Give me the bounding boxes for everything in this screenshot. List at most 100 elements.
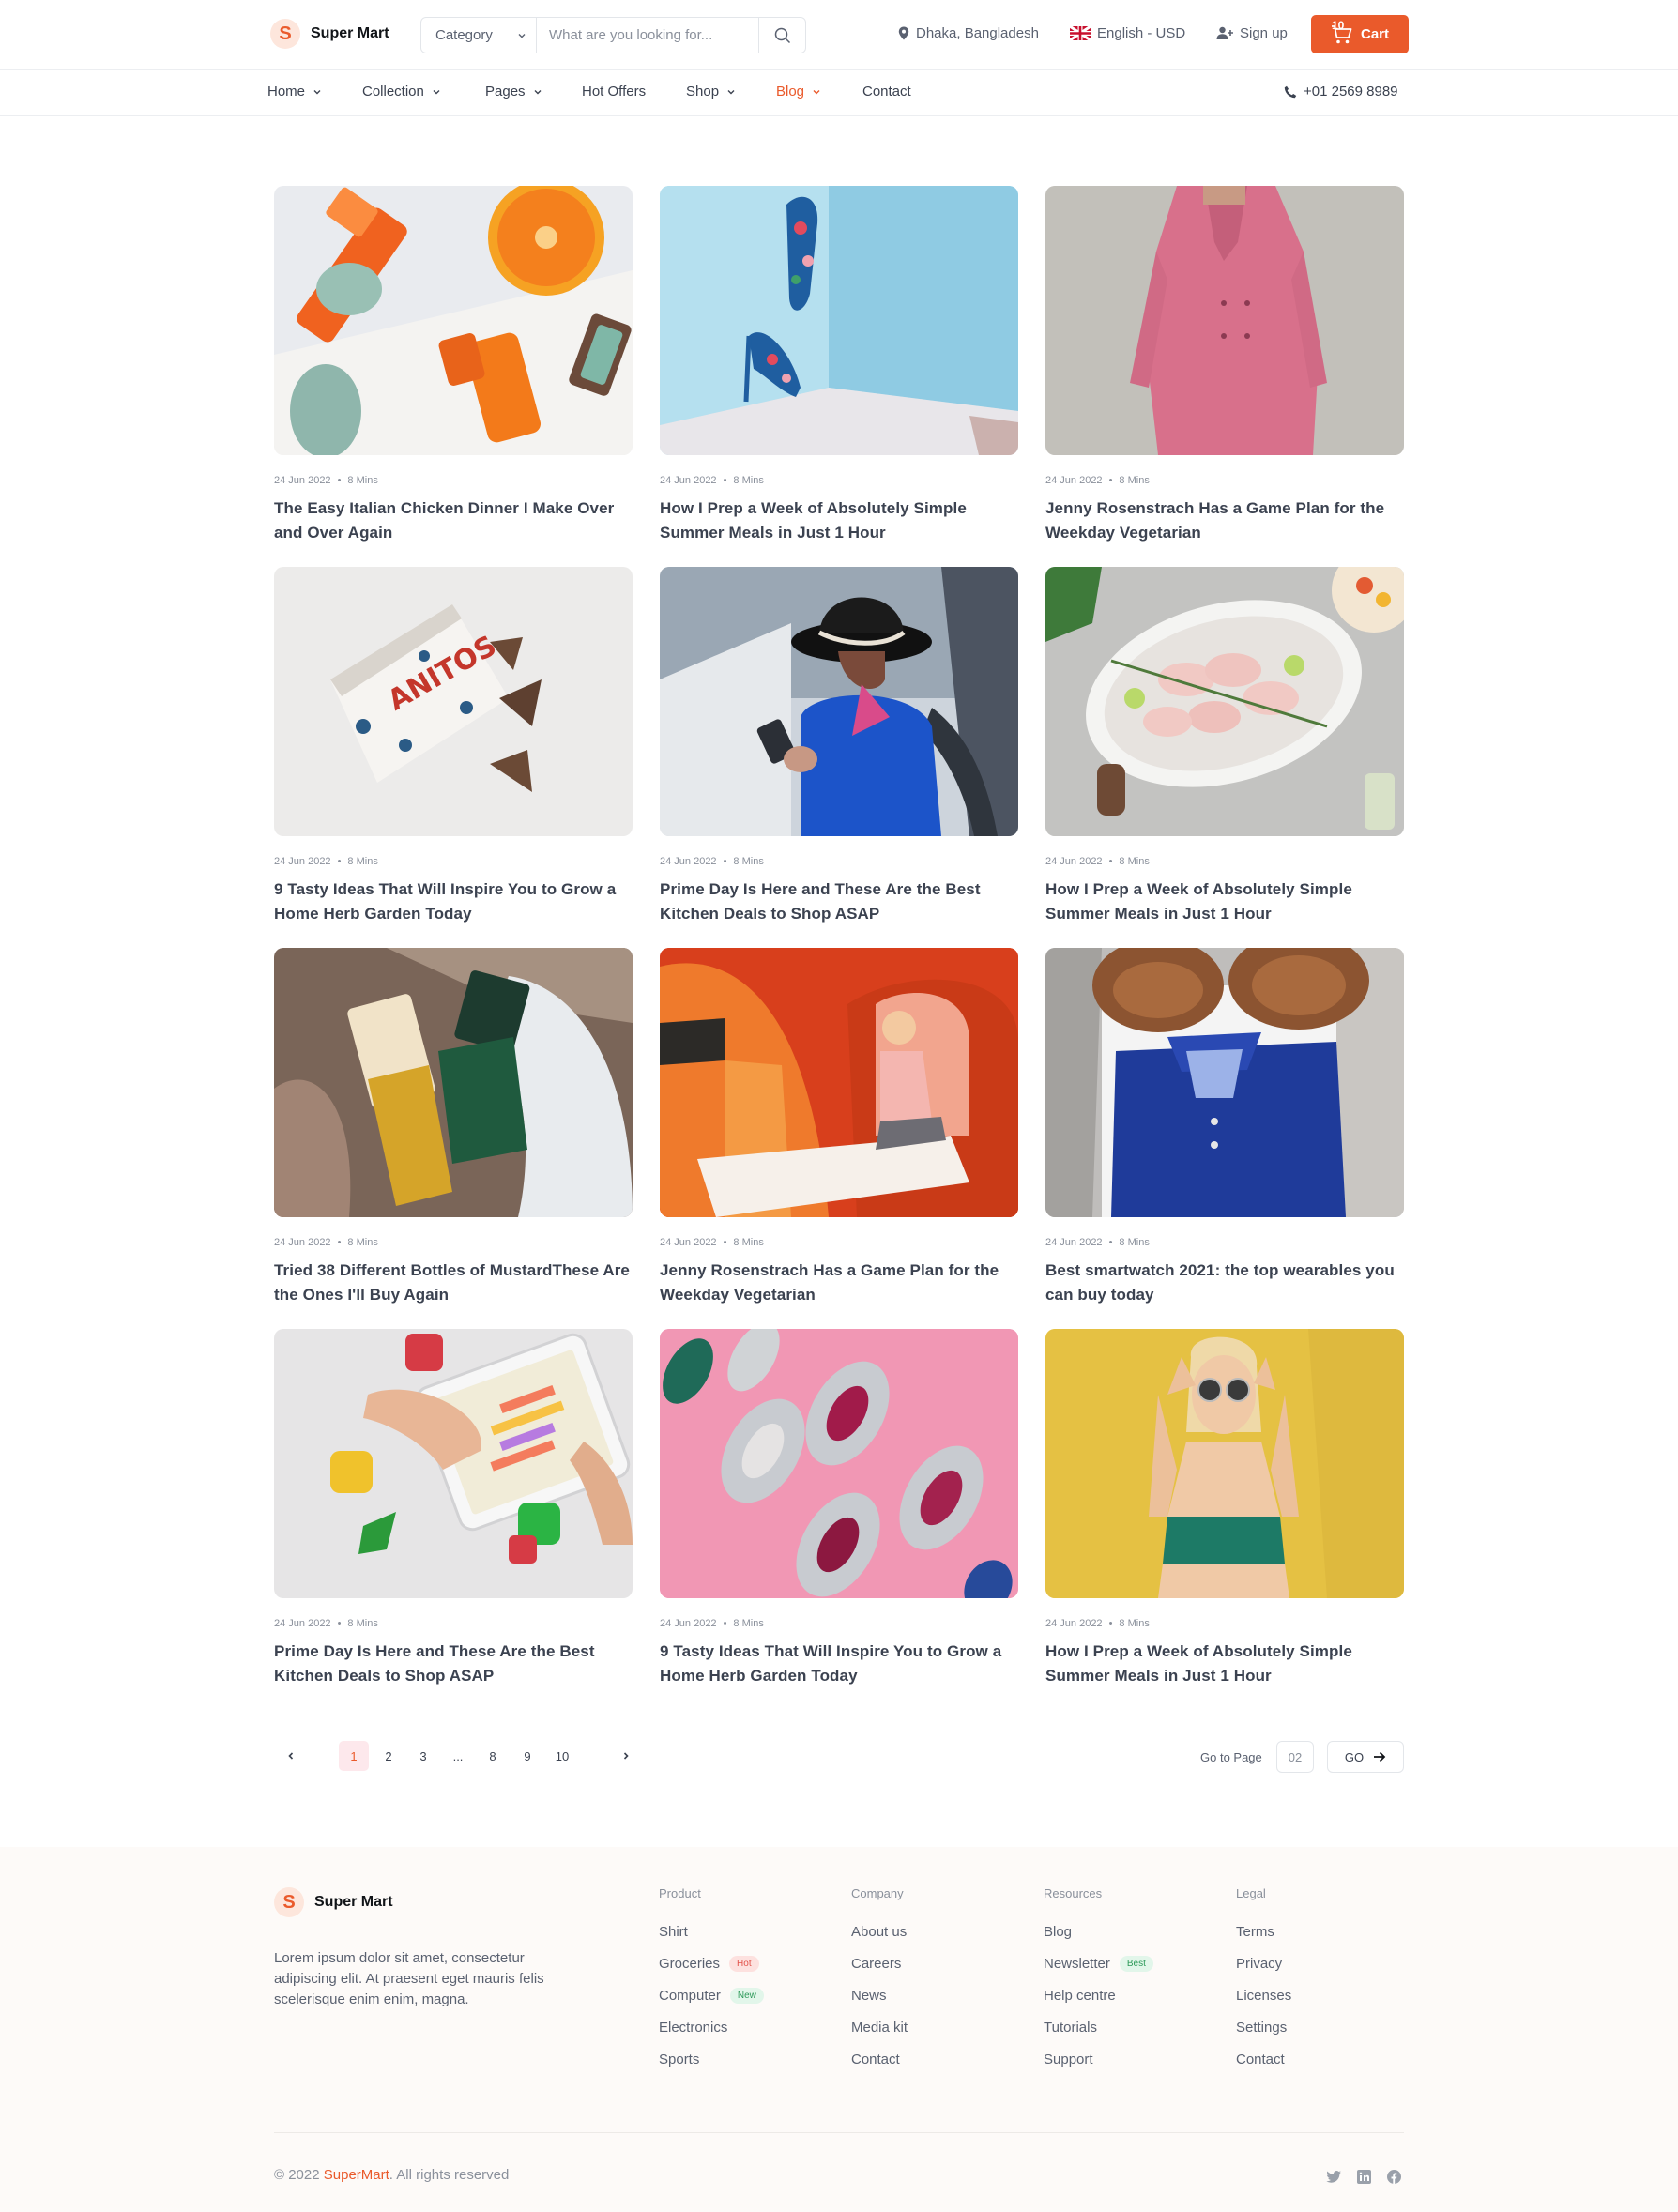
logo[interactable]: S Super Mart — [270, 19, 389, 49]
facebook-link[interactable] — [1385, 2168, 1402, 2185]
blog-card[interactable]: 24 Jun 2022 • 8 Mins The Easy Italian Chic… — [274, 186, 633, 545]
post-date: 24 Jun 2022 — [1045, 475, 1103, 486]
page-button[interactable]: 10 — [547, 1741, 577, 1771]
footer-link[interactable]: Electronics — [659, 2011, 764, 2043]
footer-link[interactable]: News — [851, 1979, 908, 2011]
search-input[interactable] — [537, 18, 758, 53]
nav-item-contact[interactable]: Contact — [862, 84, 911, 99]
prev-page-button[interactable] — [276, 1741, 306, 1771]
blog-card-image[interactable] — [660, 948, 1018, 1217]
language-selector[interactable]: English - USD — [1070, 25, 1185, 41]
footer-link[interactable]: Licenses — [1236, 1979, 1291, 2011]
blog-card-title[interactable]: Tried 38 Different Bottles of MustardThe… — [274, 1259, 633, 1307]
search-button[interactable] — [758, 18, 805, 53]
nav-item-collection[interactable]: Collection — [362, 84, 441, 99]
footer-link[interactable]: Sports — [659, 2043, 764, 2075]
page-button[interactable]: 8 — [478, 1741, 508, 1771]
blog-card[interactable]: 24 Jun 2022 • 8 Mins Prime Day Is Here and… — [274, 1329, 633, 1688]
blog-card-image[interactable] — [274, 948, 633, 1217]
footer-link-label: Tutorials — [1044, 2019, 1097, 2036]
blog-card[interactable]: 24 Jun 2022 • 8 Mins Prime Day Is Here and… — [660, 567, 1018, 926]
nav-item-label: Hot Offers — [582, 84, 647, 99]
phone-number[interactable]: +01 2569 8989 — [1284, 84, 1398, 99]
blog-card-title[interactable]: Prime Day Is Here and These Are the Best… — [274, 1640, 633, 1688]
footer-link[interactable]: Tutorials — [1044, 2011, 1153, 2043]
footer-link[interactable]: Blog — [1044, 1915, 1153, 1947]
next-page-button[interactable] — [611, 1741, 641, 1771]
nav-item-hot-offers[interactable]: Hot Offers — [582, 84, 646, 99]
goto-page-input[interactable] — [1276, 1741, 1314, 1773]
new-badge: New — [729, 1987, 764, 2004]
category-select[interactable]: Category — [421, 18, 537, 53]
blog-card-image[interactable] — [1045, 567, 1404, 836]
nav-item-shop[interactable]: Shop — [686, 84, 736, 99]
blog-card-image[interactable] — [1045, 948, 1404, 1217]
page-button[interactable]: 9 — [512, 1741, 542, 1771]
blog-card-image[interactable] — [1045, 1329, 1404, 1598]
page-button[interactable]: 2 — [374, 1741, 404, 1771]
twitter-link[interactable] — [1325, 2168, 1342, 2185]
blog-card-title[interactable]: How I Prep a Week of Absolutely Simple S… — [660, 496, 1018, 545]
nav-item-label: Contact — [862, 84, 911, 99]
blog-card[interactable]: 24 Jun 2022 • 8 Mins How I Prep a Week of … — [660, 186, 1018, 545]
copyright-brand-link[interactable]: SuperMart — [324, 2167, 389, 2183]
footer-link[interactable]: Groceries Hot — [659, 1947, 764, 1979]
page-button[interactable]: 1 — [339, 1741, 369, 1771]
footer-link-label: Newsletter — [1044, 1955, 1110, 1972]
footer-link[interactable]: Contact — [851, 2043, 908, 2075]
location[interactable]: Dhaka, Bangladesh — [898, 25, 1039, 41]
footer-link[interactable]: Media kit — [851, 2011, 908, 2043]
footer-divider — [274, 2132, 1404, 2133]
blog-card[interactable]: 24 Jun 2022 • 8 Mins Best smartwatch 2021:… — [1045, 948, 1404, 1307]
blog-card-image[interactable]: ANITOS — [274, 567, 633, 836]
blog-card-image[interactable] — [660, 567, 1018, 836]
page-button[interactable]: 3 — [408, 1741, 438, 1771]
footer-link[interactable]: Computer New — [659, 1979, 764, 2011]
chevron-down-icon — [727, 89, 735, 94]
blog-card-title[interactable]: The Easy Italian Chicken Dinner I Make O… — [274, 496, 633, 545]
blog-card-title[interactable]: 9 Tasty Ideas That Will Inspire You to G… — [274, 877, 633, 926]
blog-card[interactable]: 24 Jun 2022 • 8 Mins Tried 38 Different Bo… — [274, 948, 633, 1307]
blog-card[interactable]: 24 Jun 2022 • 8 Mins Jenny Rosenstrach Has… — [660, 948, 1018, 1307]
footer-link[interactable]: About us — [851, 1915, 908, 1947]
nav-item-blog[interactable]: Blog — [776, 84, 821, 99]
blog-card-image[interactable] — [274, 186, 633, 455]
blog-card-title[interactable]: Jenny Rosenstrach Has a Game Plan for th… — [660, 1259, 1018, 1307]
nav-item-pages[interactable]: Pages — [485, 84, 542, 99]
read-time: 8 Mins — [1119, 1237, 1150, 1248]
footer-link[interactable]: Help centre — [1044, 1979, 1153, 2011]
blog-card-image[interactable] — [660, 1329, 1018, 1598]
footer-link[interactable]: Privacy — [1236, 1947, 1291, 1979]
blog-card[interactable]: 24 Jun 2022 • 8 Mins Jenny Rosenstrach Has… — [1045, 186, 1404, 545]
nav-item-home[interactable]: Home — [267, 84, 322, 99]
blog-card[interactable]: 24 Jun 2022 • 8 Mins How I Prep a Week of … — [1045, 567, 1404, 926]
footer-link[interactable]: Careers — [851, 1947, 908, 1979]
footer-link[interactable]: Terms — [1236, 1915, 1291, 1947]
footer-logo[interactable]: S Super Mart — [274, 1887, 393, 1917]
blog-card[interactable]: 24 Jun 2022 • 8 Mins 9 Tasty Ideas That Wi… — [660, 1329, 1018, 1688]
blog-card[interactable]: ANITOS 24 Jun 2022 • 8 Mins 9 Tasty Ideas … — [274, 567, 633, 926]
footer-link[interactable]: Support — [1044, 2043, 1153, 2075]
footer-link[interactable]: Settings — [1236, 2011, 1291, 2043]
blog-card[interactable]: 24 Jun 2022 • 8 Mins How I Prep a Week of … — [1045, 1329, 1404, 1688]
blog-card-title[interactable]: 9 Tasty Ideas That Will Inspire You to G… — [660, 1640, 1018, 1688]
blog-card-image[interactable] — [1045, 186, 1404, 455]
blog-card-title[interactable]: Jenny Rosenstrach Has a Game Plan for th… — [1045, 496, 1404, 545]
footer-link[interactable]: Newsletter Best — [1044, 1947, 1153, 1979]
footer-link-label: Shirt — [659, 1923, 688, 1940]
footer-link[interactable]: Shirt — [659, 1915, 764, 1947]
blog-card-title[interactable]: Best smartwatch 2021: the top wearables … — [1045, 1259, 1404, 1307]
blog-card-title[interactable]: Prime Day Is Here and These Are the Best… — [660, 877, 1018, 926]
cart-button[interactable]: 10 Cart — [1311, 15, 1409, 53]
blog-card-image[interactable] — [660, 186, 1018, 455]
blog-card-image[interactable] — [274, 1329, 633, 1598]
post-date: 24 Jun 2022 — [274, 475, 331, 486]
footer-column-legal: Legal Terms Privacy Licenses Settings Co… — [1236, 1886, 1291, 2075]
blog-card-title[interactable]: How I Prep a Week of Absolutely Simple S… — [1045, 877, 1404, 926]
signup-link[interactable]: Sign up — [1216, 25, 1288, 41]
blog-card-title[interactable]: How I Prep a Week of Absolutely Simple S… — [1045, 1640, 1404, 1688]
footer-link[interactable]: Contact — [1236, 2043, 1291, 2075]
linkedin-link[interactable] — [1355, 2168, 1372, 2185]
hot-badge: Hot — [729, 1955, 759, 1972]
go-button[interactable]: GO — [1327, 1741, 1404, 1773]
